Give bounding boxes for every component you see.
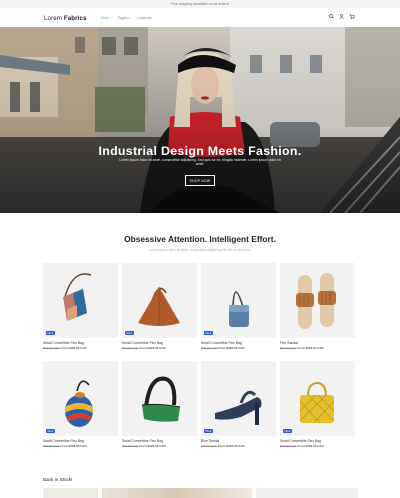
product-old-price: $99.00 CAD xyxy=(280,346,297,351)
product-image[interactable]: SALE xyxy=(43,361,118,437)
product-card[interactable]: Flex Sandal $99.00 CAD From $323.30 CAD xyxy=(280,263,355,350)
menu-item-lookbook[interactable]: Lookbook xyxy=(137,16,152,20)
menu-item-label: Shop xyxy=(100,16,109,20)
product-card[interactable]: Small Convertible Flex Bag $99.00 CAD Fr… xyxy=(122,361,197,448)
search-icon[interactable] xyxy=(329,14,334,19)
product-price-label: From $323.30 CAD xyxy=(218,346,245,351)
section-subtitle: Lorem ipsum dolor sit amet, consectetur … xyxy=(149,248,251,252)
hero-banner: Industrial Design Meets Fashion. Lorem i… xyxy=(0,27,400,213)
product-price: $99.00 CAD From $323.30 CAD xyxy=(201,346,276,350)
product-image[interactable] xyxy=(280,263,355,338)
mini-bag-icon xyxy=(229,291,249,327)
chevron-down-icon: ▾ xyxy=(109,16,111,20)
product-price: $99.00 CAD From $323.30 CAD xyxy=(280,346,355,350)
product-name[interactable]: Small Convertible Flex Bag xyxy=(122,341,197,345)
product-name[interactable]: Blue Sandal xyxy=(201,439,276,443)
product-card[interactable]: SALE Small Convertible Flex Bag $99.00 C… xyxy=(201,263,276,350)
product-name[interactable]: Small Convertible Flex Bag xyxy=(43,341,118,345)
menu-item-shop[interactable]: Shop ▾ xyxy=(101,16,111,20)
product-old-price: $99.00 CAD xyxy=(43,444,60,449)
product-price: $99.00 CAD From $323.30 CAD xyxy=(280,444,355,448)
product-price: $99.00 CAD From $323.30 CAD xyxy=(122,444,197,448)
product-price-label: From $323.30 CAD xyxy=(297,346,324,351)
product-name[interactable]: Small Convertible Flex Bag xyxy=(280,439,355,443)
product-old-price: $99.00 CAD xyxy=(122,346,139,351)
brand-name: Fabrics xyxy=(63,14,87,22)
cart-icon[interactable] xyxy=(349,14,355,19)
bucket-bag-icon xyxy=(65,380,93,428)
slide-sandal-icon xyxy=(296,273,336,329)
product-price-label: From $323.30 CAD xyxy=(60,444,87,449)
product-card[interactable]: SALE Small Convertible Flex Bag $99.00 C… xyxy=(122,263,197,350)
product-name[interactable]: Small Convertible Flex Bag xyxy=(201,341,276,345)
carousel-image[interactable] xyxy=(43,488,98,498)
brand-prefix: Lorem xyxy=(44,14,64,22)
back-in-stock-title: Back In Stock! xyxy=(43,477,73,482)
menu-item-pages[interactable]: Pages ▾ xyxy=(118,16,130,20)
menu-item-label: Lookbook xyxy=(136,16,152,20)
product-name[interactable]: Small Convertible Flex Bag xyxy=(122,439,197,443)
triangle-bag-icon xyxy=(138,287,180,326)
product-old-price: $99.00 CAD xyxy=(43,346,60,351)
product-price-label: From $323.30 CAD xyxy=(139,444,166,449)
product-image[interactable]: SALE xyxy=(201,263,276,338)
quilted-bag-icon xyxy=(299,382,335,424)
product-image[interactable]: SALE xyxy=(201,361,276,437)
product-price: $99.00 CAD From $323.30 CAD xyxy=(43,444,118,448)
heel-sandal-icon xyxy=(215,391,262,426)
product-name[interactable]: Small Convertible Flex Bag xyxy=(43,439,118,443)
announcement-bar: Free shipping available on all orders! xyxy=(0,0,400,8)
back-in-stock-carousel xyxy=(43,488,358,498)
menu-item-label: Pages xyxy=(117,16,128,20)
shop-now-button[interactable]: SHOP NOW xyxy=(185,175,215,186)
carousel-image[interactable] xyxy=(256,488,358,498)
product-price-label: From $323.30 CAD xyxy=(60,346,87,351)
product-price-label: From $323.30 CAD xyxy=(297,444,324,449)
sale-badge: SALE xyxy=(204,331,213,335)
chevron-down-icon: ▾ xyxy=(128,16,130,20)
section-title: Obsessive Attention. Intelligent Effort. xyxy=(124,234,276,244)
sale-badge: SALE xyxy=(46,331,55,335)
sale-badge: SALE xyxy=(125,331,134,335)
product-old-price: $99.00 CAD xyxy=(201,346,218,351)
product-old-price: $99.00 CAD xyxy=(280,444,297,449)
product-old-price: $99.00 CAD xyxy=(122,444,139,449)
product-price: $99.00 CAD From $323.30 CAD xyxy=(122,346,197,350)
header-nav: Lorem Fabrics Shop ▾ Pages ▾ Lookbook xyxy=(0,8,400,28)
sale-badge: SALE xyxy=(46,429,55,434)
product-image[interactable] xyxy=(122,361,197,437)
product-image[interactable]: SALE xyxy=(43,263,118,338)
product-price: $99.00 CAD From $323.30 CAD xyxy=(43,346,118,350)
product-card[interactable]: SALE Small Convertible Flex Bag $99.00 C… xyxy=(43,361,118,448)
hero-subtitle: Lorem ipsum dolor sit amet, consectetur … xyxy=(119,158,281,167)
product-card[interactable]: SALE Small Convertible Flex Bag $99.00 C… xyxy=(280,361,355,448)
shoulder-bag-icon xyxy=(141,376,181,422)
user-icon[interactable] xyxy=(339,14,344,19)
product-card[interactable]: SALE Small Convertible Flex Bag $99.00 C… xyxy=(43,263,118,350)
product-old-price: $99.00 CAD xyxy=(201,444,218,449)
crossbody-bag-icon xyxy=(63,273,92,321)
product-price-label: From $323.30 CAD xyxy=(218,444,245,449)
product-price-label: From $323.30 CAD xyxy=(139,346,166,351)
carousel-image[interactable] xyxy=(102,488,252,498)
product-price: $99.00 CAD From $323.30 CAD xyxy=(201,444,276,448)
product-grid: SALE Small Convertible Flex Bag $99.00 C… xyxy=(43,263,358,448)
product-card[interactable]: SALE Blue Sandal $99.00 CAD From $323.30… xyxy=(201,361,276,448)
main-menu: Shop ▾ Pages ▾ Lookbook xyxy=(101,16,152,20)
product-name[interactable]: Flex Sandal xyxy=(280,341,355,345)
sale-badge: SALE xyxy=(204,429,213,434)
product-image[interactable]: SALE xyxy=(280,361,355,437)
brand-logo[interactable]: Lorem Fabrics xyxy=(44,15,87,22)
product-image[interactable]: SALE xyxy=(122,263,197,338)
header-icons xyxy=(329,14,355,19)
sale-badge: SALE xyxy=(283,429,292,434)
hero-title: Industrial Design Meets Fashion. xyxy=(98,144,302,158)
